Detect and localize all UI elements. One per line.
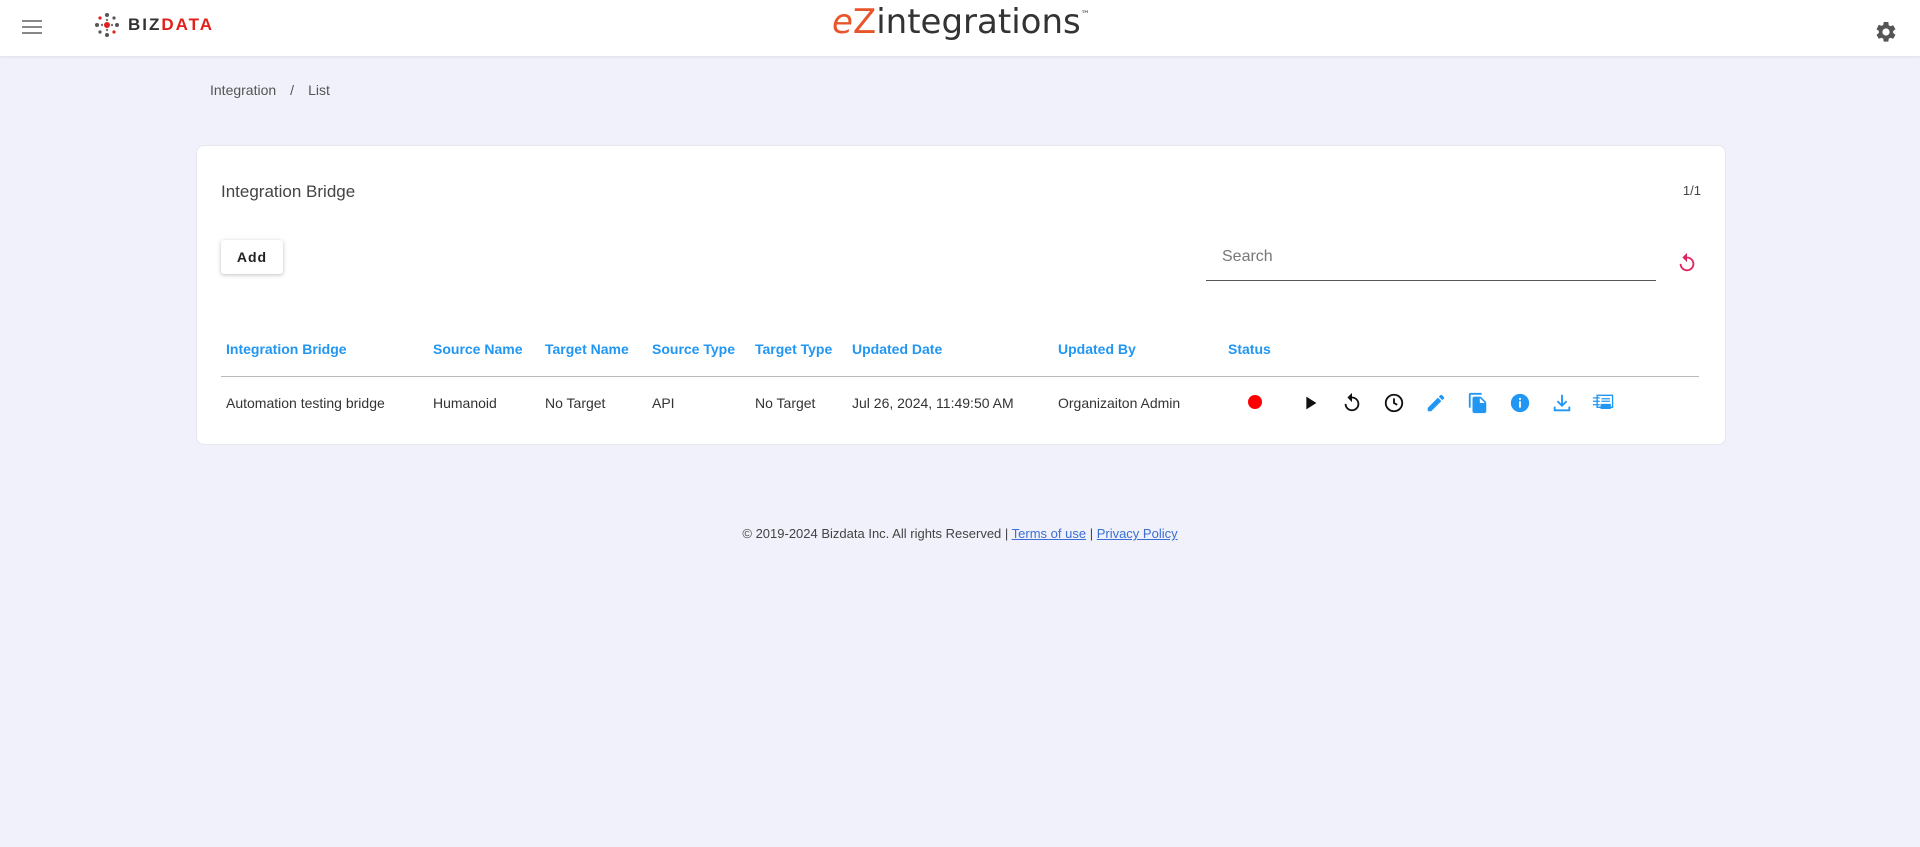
brand-text-data: DATA bbox=[161, 15, 215, 34]
info-icon[interactable] bbox=[1508, 391, 1532, 415]
table-header-row: Integration Bridge Source Name Target Na… bbox=[221, 322, 1699, 377]
cell-target-type: No Target bbox=[755, 395, 816, 411]
search-field bbox=[1206, 236, 1656, 281]
integration-table: Integration Bridge Source Name Target Na… bbox=[221, 322, 1699, 429]
terms-of-use-link[interactable]: Terms of use bbox=[1012, 526, 1086, 541]
search-input[interactable] bbox=[1206, 236, 1656, 278]
col-integration-bridge[interactable]: Integration Bridge bbox=[221, 322, 428, 377]
privacy-policy-link[interactable]: Privacy Policy bbox=[1097, 526, 1178, 541]
play-icon[interactable] bbox=[1298, 391, 1322, 415]
restart-icon[interactable] bbox=[1340, 391, 1364, 415]
download-icon[interactable] bbox=[1550, 391, 1574, 415]
footer-divider: | bbox=[1086, 526, 1097, 541]
menu-icon[interactable] bbox=[22, 20, 42, 34]
breadcrumb-separator: / bbox=[290, 82, 295, 98]
cell-bridge: Automation testing bridge bbox=[226, 395, 385, 411]
refresh-icon[interactable] bbox=[1676, 252, 1698, 274]
bizdata-logo-icon bbox=[95, 13, 119, 37]
breadcrumb-integration[interactable]: Integration bbox=[210, 82, 276, 98]
logo-tm: ™ bbox=[1080, 10, 1090, 20]
cell-updated-by: Organizaiton Admin bbox=[1058, 395, 1181, 411]
col-source-name[interactable]: Source Name bbox=[428, 322, 540, 377]
status-dot-icon bbox=[1248, 394, 1262, 409]
col-actions bbox=[1293, 322, 1699, 377]
bizdata-logo: BIZDATA bbox=[92, 10, 214, 40]
footer: © 2019-2024 Bizdata Inc. All rights Rese… bbox=[0, 526, 1920, 541]
cell-status bbox=[1223, 377, 1293, 430]
card-title: Integration Bridge bbox=[221, 182, 356, 201]
col-target-type[interactable]: Target Type bbox=[750, 322, 847, 377]
footer-copyright: © 2019-2024 Bizdata Inc. All rights Rese… bbox=[742, 526, 1012, 541]
brand-text-biz: BIZ bbox=[128, 15, 162, 34]
breadcrumb-list: List bbox=[308, 82, 330, 98]
cell-target-name: No Target bbox=[545, 395, 606, 411]
log-icon[interactable] bbox=[1592, 391, 1616, 415]
logo-e: e bbox=[832, 2, 853, 42]
copy-icon[interactable] bbox=[1466, 391, 1490, 415]
page-count: 1/1 bbox=[1682, 183, 1701, 198]
schedule-clock-icon[interactable] bbox=[1382, 391, 1406, 415]
integration-bridge-card: Integration Bridge 1/1 Add Integration B… bbox=[196, 145, 1726, 445]
cell-source-type: API bbox=[652, 395, 675, 411]
top-bar: BIZDATA eZintegrations™ bbox=[0, 0, 1920, 56]
settings-gear-icon[interactable] bbox=[1874, 20, 1898, 44]
breadcrumb: Integration / List bbox=[210, 82, 330, 98]
logo-z: Z bbox=[852, 2, 877, 42]
logo-rest: integrations bbox=[876, 2, 1081, 42]
col-status: Status bbox=[1223, 322, 1293, 377]
col-source-type[interactable]: Source Type bbox=[647, 322, 750, 377]
col-updated-date[interactable]: Updated Date bbox=[847, 322, 1053, 377]
cell-updated-date: Jul 26, 2024, 11:49:50 AM bbox=[852, 395, 1014, 411]
cell-source-name: Humanoid bbox=[433, 395, 497, 411]
table-row: Automation testing bridge Humanoid No Ta… bbox=[221, 377, 1699, 430]
col-updated-by[interactable]: Updated By bbox=[1053, 322, 1223, 377]
ezintegrations-logo: eZintegrations™ bbox=[832, 2, 1090, 42]
add-button[interactable]: Add bbox=[221, 240, 283, 274]
cell-actions bbox=[1293, 377, 1699, 430]
edit-pencil-icon[interactable] bbox=[1424, 391, 1448, 415]
col-target-name[interactable]: Target Name bbox=[540, 322, 647, 377]
